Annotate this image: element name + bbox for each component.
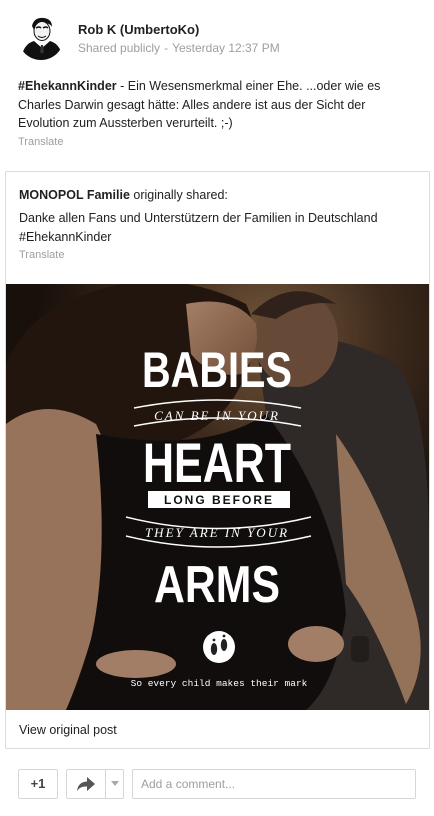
poster-line-arms: ARMS — [154, 556, 280, 614]
translate-link[interactable]: Translate — [18, 136, 63, 148]
share-arrow-icon — [77, 777, 95, 791]
plus-one-button[interactable]: +1 — [18, 769, 58, 799]
shared-post-text: Danke allen Fans und Unterstützern der F… — [19, 211, 378, 244]
shared-image[interactable]: BABIES CAN BE IN YOUR HEART LONG BEFORE … — [6, 284, 429, 710]
originally-shared-label: originally shared: — [129, 188, 228, 202]
poster-line-long-before: LONG BEFORE — [164, 493, 274, 507]
poster-text-overlay: BABIES CAN BE IN YOUR HEART LONG BEFORE … — [125, 342, 312, 689]
post-body: #EhekannKinder - Ein Wesensmerkmal einer… — [18, 77, 418, 133]
original-share-line: MONOPOL Familie originally shared: — [19, 188, 228, 202]
original-author-link[interactable]: MONOPOL Familie — [19, 188, 130, 202]
post-meta: Shared publicly - Yesterday 12:37 PM — [78, 41, 280, 55]
poster-line-heart: HEART — [143, 431, 291, 494]
post-timestamp[interactable]: Yesterday 12:37 PM — [172, 41, 280, 55]
avatar-portrait-icon — [18, 14, 64, 60]
chevron-down-icon[interactable] — [111, 781, 119, 786]
view-original-post-link[interactable]: View original post — [19, 723, 117, 737]
shared-post-card: MONOPOL Familie originally shared: Danke… — [5, 171, 430, 749]
author-name[interactable]: Rob K (UmbertoKo) — [78, 22, 199, 37]
avatar[interactable] — [18, 14, 64, 60]
poster-line-babies: BABIES — [142, 342, 292, 398]
post-header: Rob K (UmbertoKo) Shared publicly - Yester… — [0, 0, 434, 70]
post-actions-bar: +1 — [0, 760, 434, 816]
shared-translate-link[interactable]: Translate — [19, 249, 64, 261]
poster-tagline: So every child makes their mark — [131, 678, 308, 689]
visibility-label: Shared publicly — [78, 41, 161, 55]
hashtag-link[interactable]: #EhekannKinder — [18, 79, 117, 93]
share-button[interactable] — [66, 769, 124, 799]
poster-line-they-are: THEY ARE IN YOUR — [145, 525, 289, 540]
poster-line-can-be: CAN BE IN YOUR — [154, 408, 280, 423]
footprints-logo-icon — [203, 631, 235, 663]
meta-separator: - — [164, 41, 169, 55]
comment-input[interactable] — [132, 769, 416, 799]
share-divider — [105, 770, 106, 798]
